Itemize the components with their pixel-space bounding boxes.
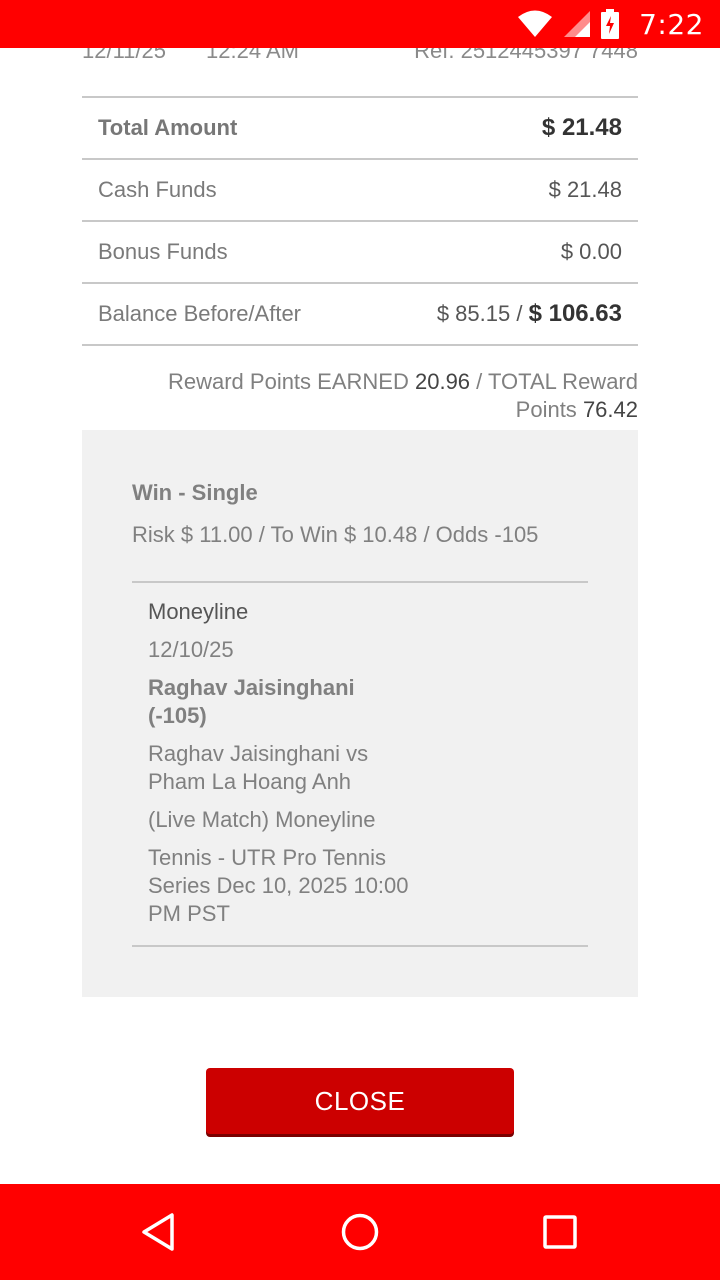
reward-total-label-cont: Points xyxy=(515,397,577,422)
balance-after: $ 106.63 xyxy=(528,300,622,327)
bet-matchup-line-1: Raghav Jaisinghani vs xyxy=(148,741,369,766)
bet-event-line-2: Series Dec 10, 2025 10:00 xyxy=(148,873,409,898)
battery-charging-icon xyxy=(601,9,620,39)
bet-risk-summary: Risk $ 11.00 / To Win $ 10.48 / Odds -10… xyxy=(132,522,539,547)
bet-event-line-3: PM PST xyxy=(148,901,230,926)
bet-selection: Raghav Jaisinghani (-105) xyxy=(148,674,448,730)
back-button[interactable] xyxy=(110,1184,210,1280)
status-time: 7:22 xyxy=(639,7,704,41)
balance-row: Balance Before/After $ 85.15 / $ 106.63 xyxy=(82,284,638,346)
bet-event-date: 12/10/25 xyxy=(148,637,234,662)
reward-total-value: 76.42 xyxy=(582,397,638,422)
bet-event-line-1: Tennis - UTR Pro Tennis xyxy=(148,845,387,870)
bonus-funds-value: $ 0.00 xyxy=(560,239,622,264)
reward-earned-label: Reward Points EARNED xyxy=(167,369,409,394)
receipt-content[interactable]: 12/11/25 12:24 AM Ref. 2512445397 7448 T… xyxy=(0,48,720,1184)
navigation-bar xyxy=(0,1184,720,1280)
reward-separator: / xyxy=(476,369,483,394)
bet-market: Moneyline xyxy=(148,599,249,624)
back-icon xyxy=(142,1213,174,1251)
home-icon xyxy=(341,1213,379,1251)
total-amount-row: Total Amount $ 21.48 xyxy=(82,98,638,160)
bet-details-card: Win - Single Risk $ 11.00 / To Win $ 10.… xyxy=(82,430,638,997)
transaction-reference: Ref. 2512445397 7448 xyxy=(414,48,638,63)
balance-before: $ 85.15 / xyxy=(436,301,523,326)
transaction-time: 12:24 AM xyxy=(206,48,299,63)
bet-matchup: Raghav Jaisinghani vs Pham La Hoang Anh xyxy=(148,740,448,796)
cash-funds-value: $ 21.48 xyxy=(548,177,622,202)
status-bar: 7:22 xyxy=(0,0,720,48)
bet-selection-name: Raghav Jaisinghani xyxy=(148,675,355,700)
bonus-funds-label: Bonus Funds xyxy=(98,239,228,264)
home-button[interactable] xyxy=(310,1184,410,1280)
balance-values: $ 85.15 / $ 106.63 xyxy=(437,300,622,328)
bet-selection-details: Moneyline 12/10/25 Raghav Jaisinghani (-… xyxy=(148,598,448,928)
status-icons: 7:22 xyxy=(517,0,704,48)
reward-earned-value: 20.96 xyxy=(414,369,471,394)
cash-funds-label: Cash Funds xyxy=(98,177,217,202)
total-amount-value: $ 21.48 xyxy=(541,114,622,141)
balance-label: Balance Before/After xyxy=(98,301,302,326)
reward-points: Reward Points EARNED 20.96 / TOTAL Rewar… xyxy=(100,368,638,424)
wifi-icon xyxy=(518,10,553,37)
total-amount-label: Total Amount xyxy=(98,115,238,140)
reward-line-1: Reward Points EARNED 20.96 / TOTAL Rewar… xyxy=(100,368,638,396)
close-button[interactable]: CLOSE xyxy=(206,1068,514,1134)
recents-button[interactable] xyxy=(510,1184,610,1280)
reward-total-label: TOTAL Reward xyxy=(488,369,638,394)
bet-live-market: (Live Match) Moneyline xyxy=(148,807,376,832)
cash-funds-row: Cash Funds $ 21.48 xyxy=(82,160,638,222)
bet-divider xyxy=(132,581,588,583)
transaction-date: 12/11/25 xyxy=(82,48,167,63)
bet-event-info: Tennis - UTR Pro Tennis Series Dec 10, 2… xyxy=(148,844,448,928)
amount-table: Total Amount $ 21.48 Cash Funds $ 21.48 … xyxy=(82,96,638,346)
reward-line-2: Points 76.42 xyxy=(100,396,638,424)
bet-type: Win - Single xyxy=(132,480,258,505)
recents-icon xyxy=(543,1215,577,1249)
bonus-funds-row: Bonus Funds $ 0.00 xyxy=(82,222,638,284)
transaction-header: 12/11/25 12:24 AM Ref. 2512445397 7448 xyxy=(82,48,638,72)
bet-matchup-line-2: Pham La Hoang Anh xyxy=(148,769,352,794)
bet-divider xyxy=(132,945,588,947)
signal-icon xyxy=(564,11,591,37)
bet-selection-odds: (-105) xyxy=(148,703,207,728)
